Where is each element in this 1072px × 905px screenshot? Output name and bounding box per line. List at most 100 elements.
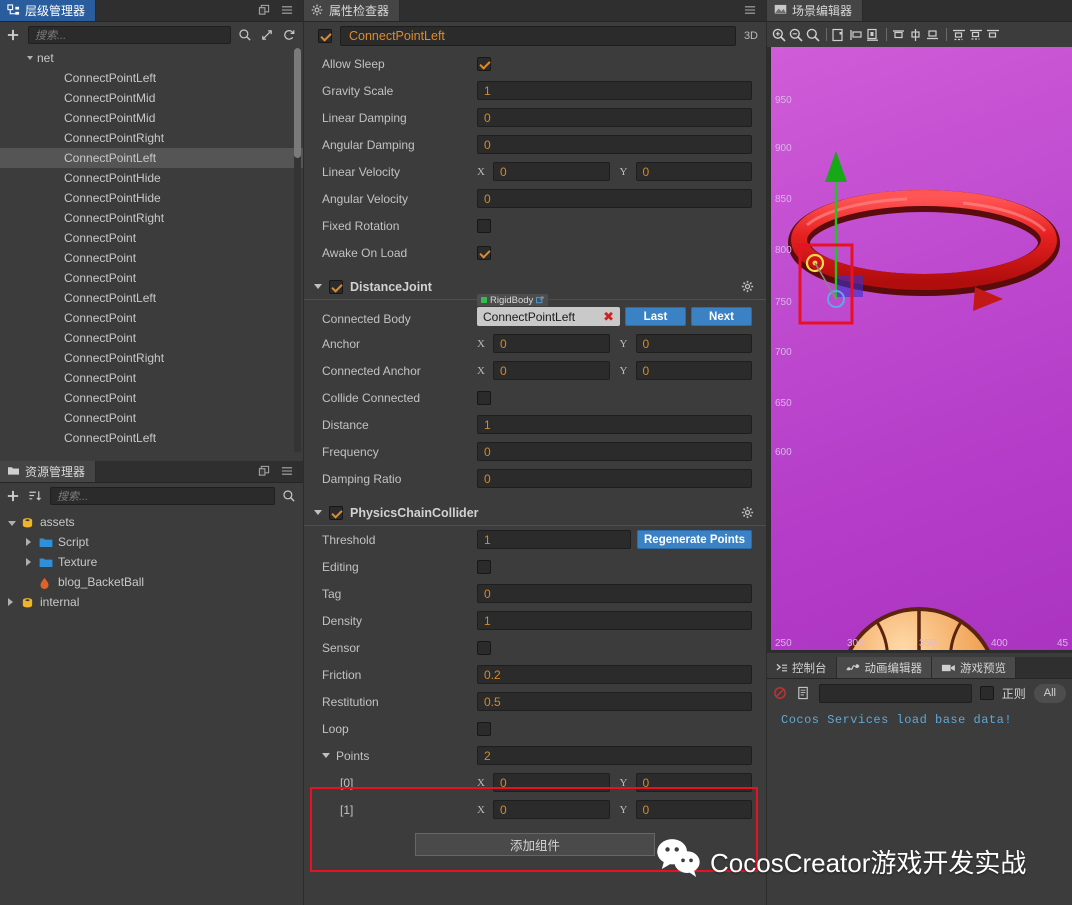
expand-triangle-icon[interactable] (26, 535, 36, 549)
asset-row[interactable]: blog_BacketBall (0, 572, 303, 592)
zoom-in-icon[interactable] (771, 27, 788, 43)
expand-triangle-icon[interactable] (8, 515, 18, 529)
align-middle-v-icon[interactable] (908, 27, 925, 43)
threshold-field[interactable]: 1 (477, 530, 631, 549)
search-icon[interactable] (282, 489, 297, 504)
property-x-field[interactable]: 0 (493, 773, 610, 792)
node-enabled-checkbox[interactable] (318, 29, 332, 43)
tab-hierarchy[interactable]: 层级管理器 (0, 0, 97, 21)
scene-viewport[interactable]: 950 900 850 800 750 700 650 600 250 300 350 400 45 (767, 47, 1072, 653)
tree-row-root[interactable]: net (0, 48, 303, 68)
align-bottom-icon[interactable] (925, 27, 942, 43)
property-y-field[interactable]: 0 (635, 800, 752, 819)
property-number-field[interactable]: 0 (477, 135, 752, 154)
property-checkbox[interactable] (477, 390, 491, 405)
property-y-field[interactable]: 0 (635, 361, 752, 380)
console-filter-input[interactable] (819, 683, 972, 703)
tree-row[interactable]: ConnectPoint (0, 408, 303, 428)
gear-icon[interactable] (741, 280, 754, 293)
property-number-field[interactable]: 1 (477, 81, 752, 100)
tree-row[interactable]: ConnectPointRight (0, 208, 303, 228)
distancejoint-enabled-checkbox[interactable] (329, 279, 343, 294)
expand-arrows-icon[interactable] (260, 28, 275, 43)
next-button[interactable]: Next (691, 307, 752, 326)
plus-icon[interactable] (6, 28, 21, 43)
zoom-out-icon[interactable] (788, 27, 805, 43)
asset-row[interactable]: Texture (0, 552, 303, 572)
property-checkbox[interactable] (477, 640, 491, 655)
property-x-field[interactable]: 0 (493, 800, 610, 819)
tab-assets[interactable]: 资源管理器 (0, 461, 97, 482)
hierarchy-search-input[interactable]: 搜索... (28, 26, 231, 44)
property-x-field[interactable]: 0 (493, 334, 610, 353)
hamburger-menu-icon[interactable] (281, 4, 294, 17)
asset-row[interactable]: Script (0, 532, 303, 552)
expand-triangle-icon[interactable] (8, 595, 18, 609)
popout-icon[interactable] (258, 465, 271, 478)
regenerate-points-button[interactable]: Regenerate Points (637, 530, 752, 549)
add-component-button[interactable]: 添加组件 (415, 833, 655, 856)
property-checkbox[interactable] (477, 56, 491, 71)
console-tab-2[interactable]: 游戏预览 (932, 657, 1016, 678)
tab-inspector[interactable]: 属性检查器 (304, 0, 401, 21)
splitter-left[interactable] (303, 0, 304, 905)
property-checkbox[interactable] (477, 721, 491, 736)
hamburger-menu-icon[interactable] (744, 4, 757, 17)
distribute-middle-icon[interactable] (968, 27, 985, 43)
tree-row[interactable]: ConnectPointMid (0, 108, 303, 128)
points-collapse-icon[interactable] (322, 753, 330, 758)
tree-row[interactable]: ConnectPoint (0, 308, 303, 328)
chaincollider-header[interactable]: PhysicsChainCollider (304, 500, 766, 526)
tab-scene-editor[interactable]: 场景编辑器 (767, 0, 864, 21)
search-icon[interactable] (238, 28, 253, 43)
log-level-filter[interactable]: All (1033, 683, 1066, 703)
plus-icon[interactable] (6, 489, 21, 504)
property-checkbox[interactable] (477, 245, 491, 260)
points-count-field[interactable]: 2 (477, 746, 752, 765)
sort-icon[interactable] (28, 489, 43, 504)
property-number-field[interactable]: 0.5 (477, 692, 752, 711)
tree-row[interactable]: ConnectPointHide (0, 168, 303, 188)
property-number-field[interactable]: 0 (477, 442, 752, 461)
expand-triangle-icon[interactable] (26, 555, 36, 569)
property-checkbox[interactable] (477, 218, 491, 233)
asset-row[interactable]: internal (0, 592, 303, 612)
property-number-field[interactable]: 0 (477, 469, 752, 488)
property-number-field[interactable]: 0 (477, 189, 752, 208)
tree-row[interactable]: ConnectPointRight (0, 348, 303, 368)
external-link-icon[interactable] (536, 293, 544, 307)
connected-body-field[interactable]: ConnectPointLeft ✖ (477, 307, 620, 326)
tree-row[interactable]: ConnectPoint (0, 248, 303, 268)
align-right-icon[interactable] (865, 27, 882, 43)
property-y-field[interactable]: 0 (635, 162, 752, 181)
property-number-field[interactable]: 0 (477, 584, 752, 603)
asset-row[interactable]: assets (0, 512, 303, 532)
hamburger-menu-icon[interactable] (281, 465, 294, 478)
zoom-reset-icon[interactable] (805, 27, 822, 43)
collapse-triangle-icon[interactable] (314, 284, 322, 289)
tree-row[interactable]: ConnectPoint (0, 368, 303, 388)
distribute-top-icon[interactable] (951, 27, 968, 43)
property-y-field[interactable]: 0 (635, 773, 752, 792)
tree-row[interactable]: ConnectPointLeft (0, 68, 303, 88)
expand-triangle-icon[interactable] (27, 56, 33, 60)
clear-circle-icon[interactable] (773, 686, 788, 701)
tree-row[interactable]: ConnectPointLeft (0, 428, 303, 448)
gear-icon[interactable] (741, 506, 754, 519)
distribute-bottom-icon[interactable] (985, 27, 1002, 43)
refresh-icon[interactable] (282, 28, 297, 43)
mode-3d-label[interactable]: 3D (744, 30, 758, 42)
regex-checkbox[interactable] (979, 686, 994, 700)
property-number-field[interactable]: 0.2 (477, 665, 752, 684)
property-number-field[interactable]: 1 (477, 611, 752, 630)
align-top-icon[interactable] (891, 27, 908, 43)
tree-row[interactable]: ConnectPointHide (0, 188, 303, 208)
close-x-icon[interactable]: ✖ (603, 309, 614, 325)
splitter-right[interactable] (766, 0, 767, 905)
tree-row[interactable]: ConnectPointRight (0, 128, 303, 148)
hierarchy-scrollbar-thumb[interactable] (294, 48, 301, 158)
console-tab-0[interactable]: 控制台 (767, 657, 837, 678)
property-number-field[interactable]: 1 (477, 415, 752, 434)
node-name-field[interactable]: ConnectPointLeft (340, 26, 736, 46)
collapse-triangle-icon[interactable] (314, 510, 322, 515)
